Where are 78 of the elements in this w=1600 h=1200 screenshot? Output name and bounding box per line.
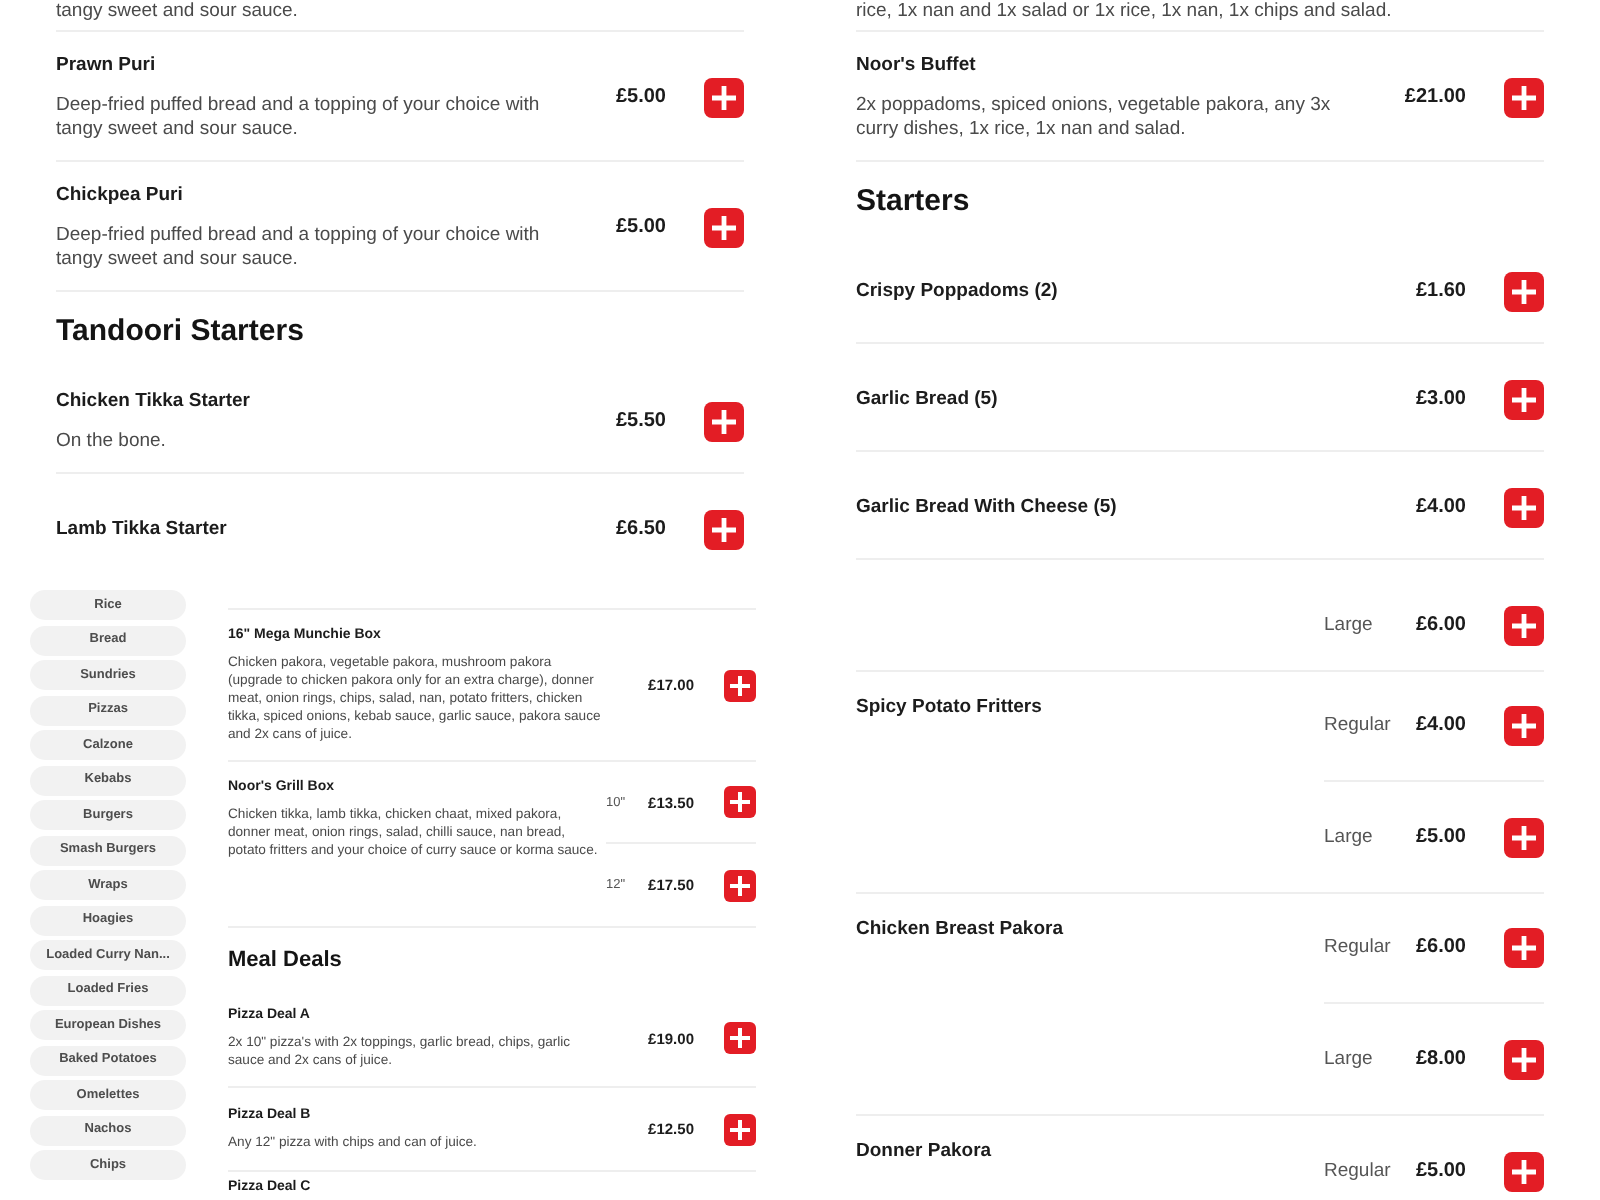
size-label: Regular xyxy=(1324,936,1391,960)
item-price: £8.00 xyxy=(1415,1047,1466,1071)
add-button[interactable] xyxy=(1504,1151,1544,1191)
section-heading: Starters xyxy=(856,182,970,222)
add-button[interactable] xyxy=(704,509,744,549)
plus-icon xyxy=(730,675,750,695)
item-name: Chickpea Puri xyxy=(56,184,183,208)
plus-icon xyxy=(1512,495,1536,519)
item-name: Garlic Bread With Cheese (5) xyxy=(856,495,1117,519)
item-price: £4.00 xyxy=(1415,495,1466,519)
item-price: £5.00 xyxy=(615,86,666,110)
item-name: Noor's Buffet xyxy=(856,54,976,78)
item-price: £3.00 xyxy=(1415,387,1466,411)
add-button[interactable] xyxy=(704,208,744,248)
plus-icon xyxy=(712,86,736,110)
plus-icon xyxy=(712,517,736,541)
add-button[interactable] xyxy=(724,786,756,818)
size-label: Regular xyxy=(1324,714,1391,738)
add-button[interactable] xyxy=(1504,817,1544,857)
item-price: £5.00 xyxy=(1415,825,1466,849)
add-button[interactable] xyxy=(724,1113,756,1145)
item-name: Chicken Tikka Starter xyxy=(56,389,250,413)
plus-icon xyxy=(1512,387,1536,411)
add-button[interactable] xyxy=(1504,78,1544,118)
plus-icon xyxy=(730,1119,750,1139)
size-label: Large xyxy=(1324,1047,1373,1071)
item-name: Crispy Poppadoms (2) xyxy=(856,279,1058,303)
plus-icon xyxy=(1512,279,1536,303)
add-button[interactable] xyxy=(724,669,756,701)
item-description: rice, 1x nan and 1x salad or 1x rice, 1x nan, 1x chips and salad. xyxy=(856,0,1392,24)
item-name: Chicken Breast Pakora xyxy=(856,918,1063,942)
item-description: 2x poppadoms, spiced onions, vegetable pakora, any 3x curry dishes, 1x rice, 1x nan and salad. xyxy=(856,94,1333,142)
item-description: On the bone. xyxy=(56,429,166,453)
plus-icon xyxy=(1512,613,1536,637)
item-price: £21.00 xyxy=(1404,86,1466,110)
size-label: Large xyxy=(1324,825,1373,849)
size-label: Regular xyxy=(1324,1159,1391,1183)
item-description: tangy sweet and sour sauce. xyxy=(56,0,298,24)
plus-icon xyxy=(1512,86,1536,110)
section-heading: Meal Deals xyxy=(228,946,342,974)
section-heading: Tandoori Starters xyxy=(56,312,304,352)
plus-icon xyxy=(730,792,750,812)
add-button[interactable] xyxy=(1504,1039,1544,1079)
add-button[interactable] xyxy=(724,869,756,901)
plus-icon xyxy=(730,1028,750,1048)
item-description: Deep-fried puffed bread and a topping of your choice with tangy sweet and sour sauce. xyxy=(56,94,542,142)
add-button[interactable] xyxy=(704,401,744,441)
add-button[interactable] xyxy=(1504,706,1544,746)
item-price: £6.50 xyxy=(615,517,666,541)
add-button[interactable] xyxy=(1504,271,1544,311)
item-price: £4.00 xyxy=(1415,714,1466,738)
item-price: £6.00 xyxy=(1415,613,1466,637)
plus-icon xyxy=(1512,1159,1536,1183)
item-name: Prawn Puri xyxy=(56,54,156,78)
add-button[interactable] xyxy=(1504,928,1544,968)
item-price: £5.00 xyxy=(1415,1159,1466,1183)
item-price: £5.00 xyxy=(615,216,666,240)
plus-icon xyxy=(712,409,736,433)
item-name: Spicy Potato Fritters xyxy=(856,696,1042,720)
add-button[interactable] xyxy=(1504,487,1544,527)
plus-icon xyxy=(712,216,736,240)
item-price: £1.60 xyxy=(1415,279,1466,303)
item-price: £5.50 xyxy=(615,409,666,433)
item-price: £6.00 xyxy=(1415,936,1466,960)
add-button[interactable] xyxy=(704,78,744,118)
item-name: Garlic Bread (5) xyxy=(856,387,998,411)
plus-icon xyxy=(1512,1047,1536,1071)
item-name: Donner Pakora xyxy=(856,1140,992,1164)
plus-icon xyxy=(1512,714,1536,738)
item-description: Deep-fried puffed bread and a topping of your choice with tangy sweet and sour sauce. xyxy=(56,224,542,272)
plus-icon xyxy=(1512,825,1536,849)
plus-icon xyxy=(730,875,750,895)
add-button[interactable] xyxy=(724,1022,756,1054)
add-button[interactable] xyxy=(1504,605,1544,645)
size-label: Large xyxy=(1324,613,1373,637)
plus-icon xyxy=(1512,936,1536,960)
add-button[interactable] xyxy=(1504,379,1544,419)
item-name: Lamb Tikka Starter xyxy=(56,517,227,541)
